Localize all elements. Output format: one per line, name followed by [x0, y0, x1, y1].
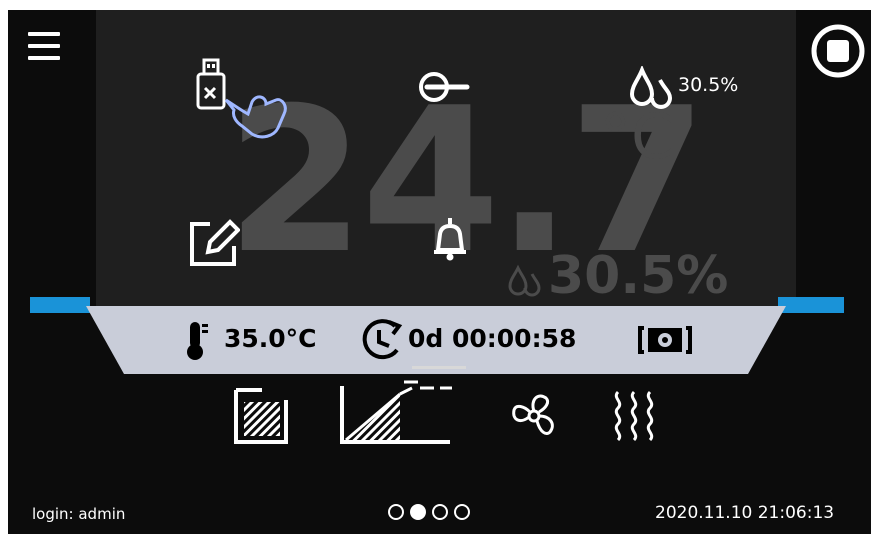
timer-icon [362, 319, 403, 360]
humidity-readout: 30.5% [548, 246, 729, 306]
page-dot-4[interactable] [454, 504, 470, 520]
page-dot-3[interactable] [432, 504, 448, 520]
accent-bar-left [30, 297, 90, 313]
device-screen: 24.7 °C 30.5% 30.5% [8, 10, 871, 534]
chamber-program-icon[interactable] [232, 386, 290, 446]
alarm-bell-icon[interactable] [432, 216, 468, 262]
fan-icon[interactable] [508, 390, 560, 442]
thermometer-icon [187, 322, 208, 360]
page-indicator[interactable] [388, 504, 470, 520]
heating-icon[interactable] [608, 388, 660, 444]
stop-button[interactable] [811, 24, 865, 78]
login-status: login: admin [32, 505, 126, 523]
humidity-value: 30.5% [678, 74, 739, 96]
set-temperature[interactable]: 35.0°C [224, 324, 317, 353]
temperature-unit: °C [600, 100, 675, 173]
page-dot-1[interactable] [388, 504, 404, 520]
selected-indicator [412, 366, 466, 369]
humidity-drops-icon [508, 264, 541, 297]
camera-settings-icon[interactable] [638, 324, 692, 356]
edit-icon[interactable] [188, 218, 240, 266]
datetime: 2020.11.10 21:06:13 [655, 503, 835, 523]
menu-icon[interactable] [28, 32, 60, 68]
hand-pointer-icon [224, 95, 287, 139]
page-dot-2[interactable] [410, 504, 426, 520]
ramp-profile-icon[interactable] [338, 378, 456, 448]
humidity-drops-icon[interactable] [630, 66, 674, 112]
timer-value[interactable]: 0d 00:00:58 [408, 324, 576, 353]
logout-icon[interactable] [417, 70, 473, 104]
accent-bar-right [778, 297, 844, 313]
